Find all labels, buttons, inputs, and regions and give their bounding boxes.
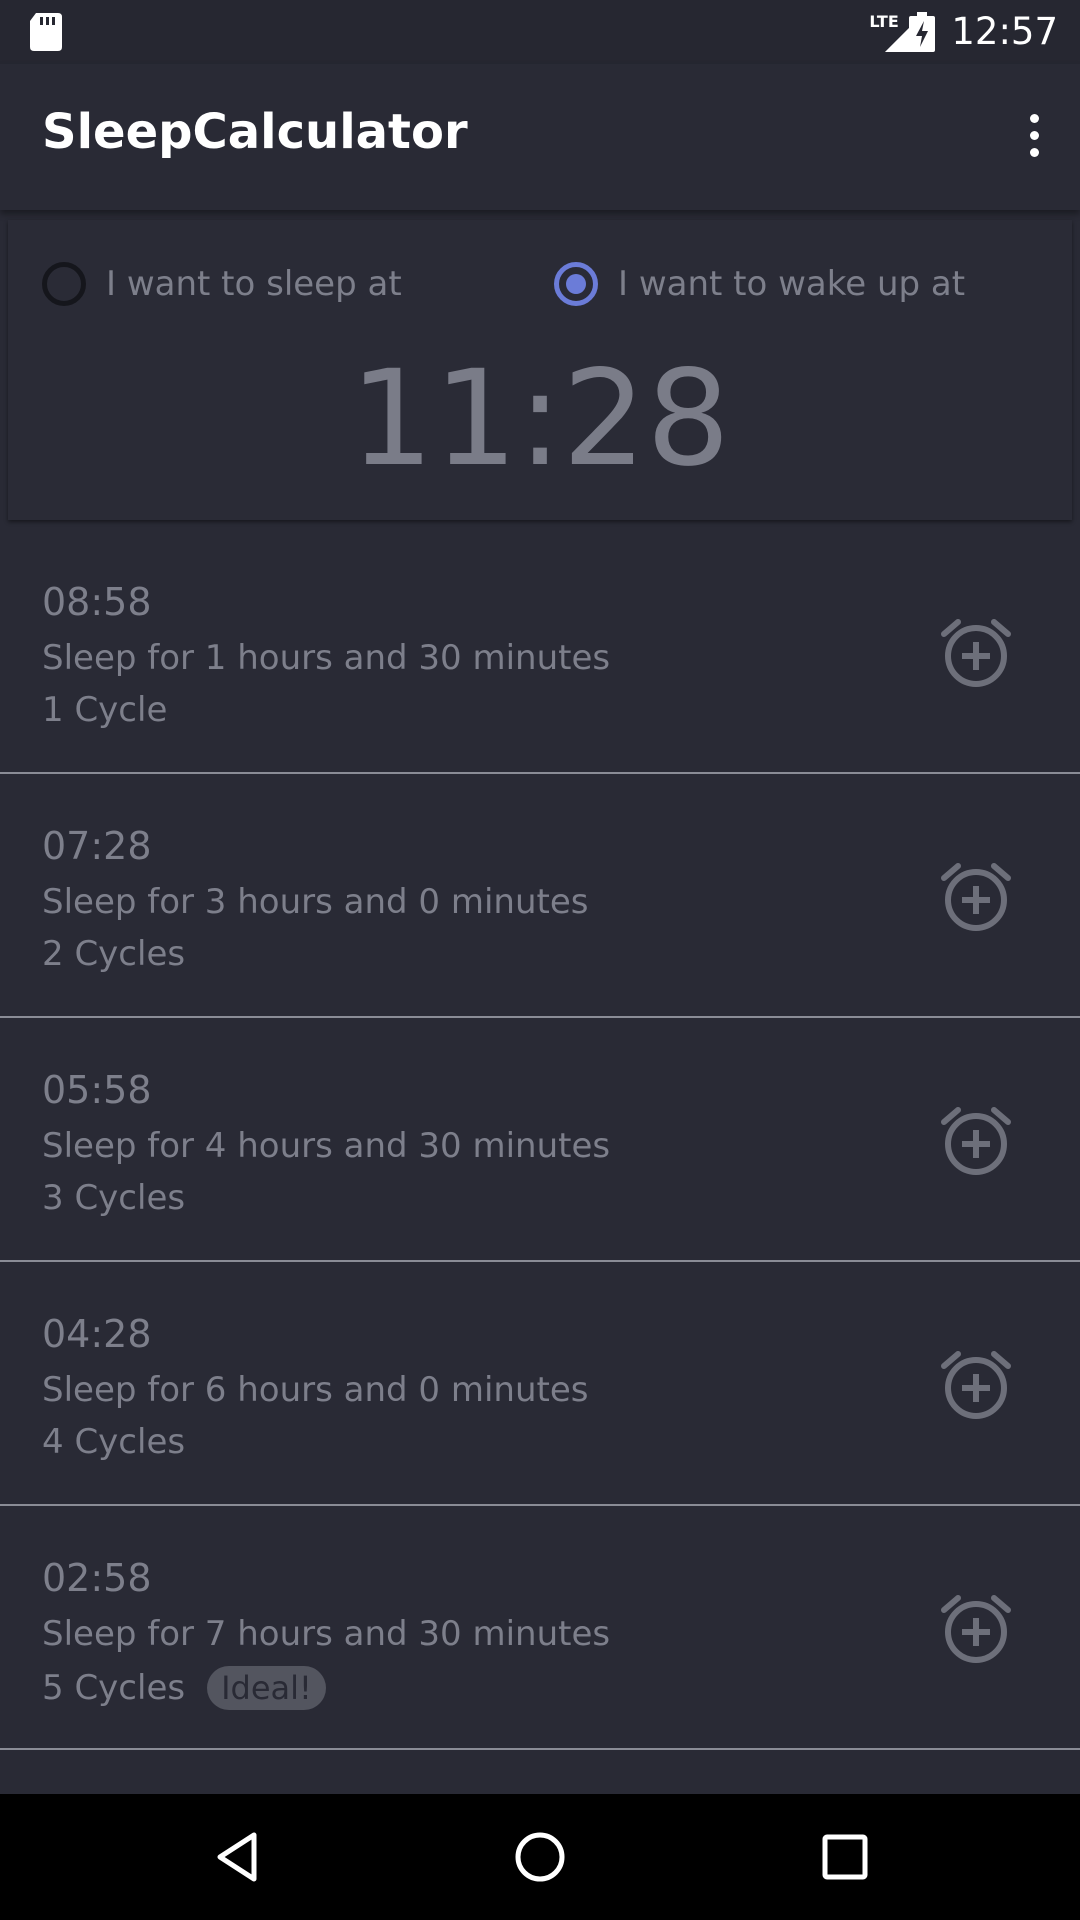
battery-charging-icon: [909, 12, 936, 52]
time-selection-card: I want to sleep at I want to wake up at …: [8, 220, 1072, 520]
result-time: 07:28: [42, 824, 152, 868]
list-item[interactable]: 05:58 Sleep for 4 hours and 30 minutes 3…: [0, 1018, 1080, 1262]
result-cycles: 3 Cycles: [42, 1178, 186, 1218]
alarm-add-icon[interactable]: [940, 1104, 1012, 1176]
result-cycles-line: 2 Cycles: [42, 934, 185, 974]
alarm-add-icon[interactable]: [940, 1592, 1012, 1664]
radio-button-wake[interactable]: [554, 262, 598, 306]
ideal-badge: Ideal!: [207, 1666, 326, 1710]
result-duration: Sleep for 1 hours and 30 minutes: [42, 638, 611, 678]
result-duration: Sleep for 6 hours and 0 minutes: [42, 1370, 589, 1410]
result-cycles-line: 5 Cycles Ideal!: [42, 1666, 326, 1710]
result-cycles: 4 Cycles: [42, 1422, 186, 1462]
result-duration: Sleep for 4 hours and 30 minutes: [42, 1126, 611, 1166]
list-item[interactable]: 04:28 Sleep for 6 hours and 0 minutes 4 …: [0, 1262, 1080, 1506]
result-cycles-line: 3 Cycles: [42, 1178, 185, 1218]
result-cycles: 1 Cycle: [42, 690, 168, 730]
result-duration: Sleep for 3 hours and 0 minutes: [42, 882, 589, 922]
result-duration: Sleep for 7 hours and 30 minutes: [42, 1614, 611, 1654]
result-cycles: 2 Cycles: [42, 934, 186, 974]
alarm-add-icon[interactable]: [940, 860, 1012, 932]
app-bar: SleepCalculator: [0, 64, 1080, 210]
radio-option-sleep[interactable]: I want to sleep at: [42, 256, 402, 312]
list-item[interactable]: 07:28 Sleep for 3 hours and 0 minutes 2 …: [0, 774, 1080, 1018]
app-title: SleepCalculator: [42, 104, 468, 160]
result-time: 02:58: [42, 1556, 152, 1600]
results-list: 08:58 Sleep for 1 hours and 30 minutes 1…: [0, 530, 1080, 1750]
result-cycles-line: 4 Cycles: [42, 1422, 185, 1462]
alarm-add-icon[interactable]: [940, 1348, 1012, 1420]
sd-card-icon: [30, 13, 62, 51]
status-indicators: LTE 12:57: [869, 6, 1058, 58]
navigation-bar: [0, 1794, 1080, 1920]
status-bar: LTE 12:57: [0, 0, 1080, 64]
recents-icon[interactable]: [820, 1827, 870, 1887]
home-icon[interactable]: [513, 1827, 567, 1887]
radio-label-wake: I want to wake up at: [618, 264, 966, 304]
back-icon[interactable]: [210, 1827, 270, 1887]
radio-option-wake[interactable]: I want to wake up at: [554, 256, 965, 312]
result-time: 04:28: [42, 1312, 152, 1356]
result-cycles-line: 1 Cycle: [42, 690, 167, 730]
result-time: 08:58: [42, 580, 152, 624]
radio-button-sleep[interactable]: [42, 262, 86, 306]
alarm-add-icon[interactable]: [940, 616, 1012, 688]
result-cycles: 5 Cycles: [42, 1668, 186, 1708]
more-vert-icon[interactable]: [1026, 114, 1042, 158]
radio-label-sleep: I want to sleep at: [106, 264, 402, 304]
list-item[interactable]: 08:58 Sleep for 1 hours and 30 minutes 1…: [0, 530, 1080, 774]
list-item[interactable]: 02:58 Sleep for 7 hours and 30 minutes 5…: [0, 1506, 1080, 1750]
selected-time[interactable]: 11:28: [8, 342, 1072, 496]
status-clock: 12:57: [951, 10, 1058, 53]
result-time: 05:58: [42, 1068, 152, 1112]
